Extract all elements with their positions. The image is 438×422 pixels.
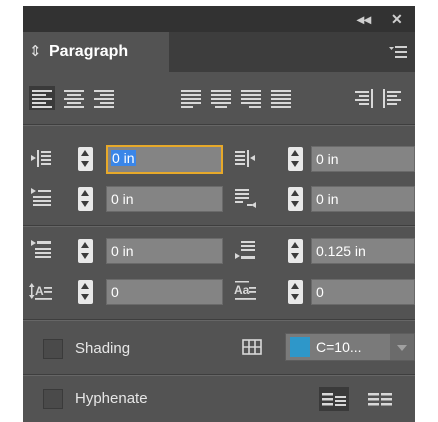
left-indent-stepper[interactable] — [78, 147, 93, 171]
space-before-icon — [31, 240, 51, 258]
align-away-from-spine-button[interactable] — [379, 86, 405, 110]
align-left-button[interactable] — [29, 86, 55, 110]
align-right-button[interactable] — [91, 86, 117, 110]
first-line-indent-icon — [31, 188, 51, 206]
shading-color-label: C=10... — [316, 339, 362, 355]
left-indent-field[interactable]: 0 in — [106, 145, 223, 174]
justify-left-button[interactable] — [178, 86, 204, 110]
shading-settings-grid-icon[interactable] — [240, 335, 264, 359]
divider — [23, 124, 415, 126]
paragraph-panel: ◂◂ ✕ ⇕ Paragraph 0 in 0 in 0 in 0 in 0 i… — [23, 6, 415, 422]
first-line-indent-field[interactable]: 0 in — [106, 186, 223, 212]
shading-label: Shading — [75, 340, 131, 357]
panel-title-bar: ◂◂ ✕ — [23, 6, 415, 32]
align-center-button[interactable] — [61, 86, 87, 110]
drop-cap-characters-field[interactable]: 0 — [311, 279, 415, 305]
last-line-right-indent-field[interactable]: 0 in — [311, 186, 415, 212]
space-before-stepper[interactable] — [78, 239, 93, 263]
svg-text:Aa: Aa — [234, 283, 250, 297]
space-after-stepper[interactable] — [288, 239, 303, 263]
collapse-panel-icon[interactable]: ◂◂ — [357, 11, 371, 28]
panel-tab-row: ⇕ Paragraph — [23, 32, 415, 72]
svg-text:A: A — [35, 284, 44, 298]
do-not-align-to-baseline-grid-button[interactable] — [319, 387, 349, 411]
divider — [23, 225, 415, 227]
panel-menu-icon[interactable] — [389, 45, 407, 59]
tab-paragraph[interactable]: ⇕ Paragraph — [23, 32, 169, 72]
align-towards-spine-button[interactable] — [351, 86, 377, 110]
drop-cap-characters-stepper[interactable] — [288, 280, 303, 304]
drop-cap-characters-icon: Aa — [234, 281, 256, 300]
space-after-field[interactable]: 0.125 in — [311, 238, 415, 264]
chevron-down-icon[interactable] — [390, 334, 414, 360]
shading-color-dropdown[interactable]: C=10... — [285, 333, 415, 361]
space-before-field[interactable]: 0 in — [106, 238, 223, 264]
expand-chevron-icon[interactable]: ⇕ — [29, 42, 42, 60]
align-to-baseline-grid-button[interactable] — [365, 387, 395, 411]
right-indent-icon — [235, 150, 255, 167]
justify-all-button[interactable] — [268, 86, 294, 110]
justify-right-button[interactable] — [238, 86, 264, 110]
left-indent-icon — [31, 150, 51, 167]
panel-title: Paragraph — [49, 43, 129, 60]
close-panel-icon[interactable]: ✕ — [391, 11, 403, 28]
divider — [23, 374, 415, 376]
last-line-right-indent-icon — [235, 189, 256, 208]
space-after-icon — [235, 241, 255, 259]
shading-checkbox[interactable] — [43, 339, 63, 359]
first-line-indent-stepper[interactable] — [78, 187, 93, 211]
justify-center-button[interactable] — [208, 86, 234, 110]
divider — [23, 319, 415, 321]
drop-cap-lines-stepper[interactable] — [78, 280, 93, 304]
drop-cap-lines-icon: A — [29, 283, 52, 300]
hyphenate-label: Hyphenate — [75, 390, 148, 407]
drop-cap-lines-field[interactable]: 0 — [106, 279, 223, 305]
hyphenate-checkbox[interactable] — [43, 389, 63, 409]
right-indent-field[interactable]: 0 in — [311, 146, 415, 172]
shading-color-swatch — [290, 337, 310, 357]
last-line-right-indent-stepper[interactable] — [288, 187, 303, 211]
right-indent-stepper[interactable] — [288, 147, 303, 171]
